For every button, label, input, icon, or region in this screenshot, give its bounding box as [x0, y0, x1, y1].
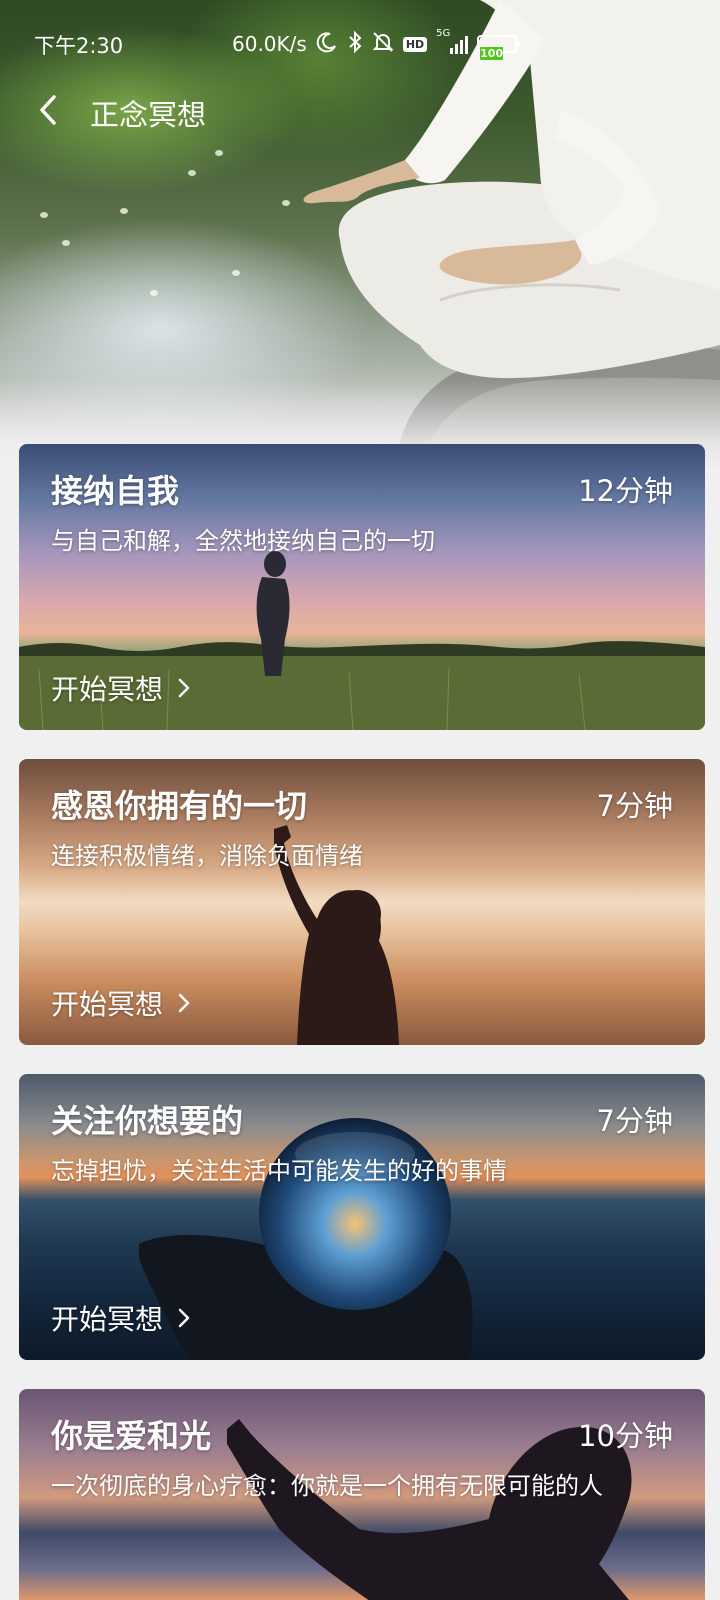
- card-description: 一次彻底的身心疗愈：你就是一个拥有无限可能的人: [51, 1472, 603, 1500]
- start-meditation-button[interactable]: 开始冥想: [51, 1298, 191, 1338]
- card-title: 接纳自我: [51, 472, 180, 510]
- status-time: 下午2:30: [34, 34, 124, 58]
- start-meditation-label: 开始冥想: [51, 988, 164, 1021]
- moon-icon: [316, 31, 338, 58]
- start-meditation-button[interactable]: 开始冥想: [51, 983, 191, 1023]
- card-description: 忘掉担忧，关注生活中可能发生的好的事情: [51, 1157, 507, 1185]
- meditation-card[interactable]: 你是爱和光 10分钟 一次彻底的身心疗愈：你就是一个拥有无限可能的人: [19, 1389, 705, 1600]
- battery-level: 100: [480, 47, 504, 60]
- card-description: 与自己和解，全然地接纳自己的一切: [51, 527, 435, 555]
- card-title: 你是爱和光: [51, 1417, 212, 1455]
- meditation-card[interactable]: 关注你想要的 7分钟 忘掉担忧，关注生活中可能发生的好的事情 开始冥想: [19, 1074, 705, 1360]
- chevron-right-icon: [178, 1308, 190, 1328]
- meditation-card[interactable]: 感恩你拥有的一切 7分钟 连接积极情绪，消除负面情绪 开始冥想: [19, 759, 705, 1045]
- signal-icon: 5G: [436, 28, 469, 54]
- chevron-right-icon: [178, 678, 190, 698]
- top-bar: 正念冥想: [0, 80, 720, 140]
- hero-image: [0, 0, 720, 470]
- meditation-card[interactable]: 接纳自我 12分钟 与自己和解，全然地接纳自己的一切 开始冥想: [19, 444, 705, 730]
- status-bar: 下午2:30 60.0K/s HD 5G 100: [0, 26, 720, 62]
- card-description: 连接积极情绪，消除负面情绪: [51, 842, 363, 870]
- card-duration: 12分钟: [578, 474, 673, 508]
- network-type: 5G: [436, 28, 451, 39]
- card-duration: 10分钟: [578, 1419, 673, 1453]
- network-speed: 60.0K/s: [232, 32, 307, 56]
- back-arrow-icon[interactable]: [28, 90, 68, 130]
- start-meditation-button[interactable]: 开始冥想: [51, 668, 191, 708]
- card-duration: 7分钟: [596, 1104, 673, 1138]
- bluetooth-icon: [347, 30, 363, 59]
- card-title: 关注你想要的: [51, 1102, 244, 1140]
- chevron-right-icon: [178, 993, 190, 1013]
- hd-badge: HD: [402, 36, 428, 52]
- page-title: 正念冥想: [90, 98, 207, 132]
- start-meditation-label: 开始冥想: [51, 1303, 164, 1336]
- card-duration: 7分钟: [596, 789, 673, 823]
- card-title: 感恩你拥有的一切: [51, 787, 308, 825]
- battery-icon: 100: [477, 35, 521, 60]
- bell-off-icon: [372, 31, 394, 58]
- start-meditation-label: 开始冥想: [51, 673, 164, 706]
